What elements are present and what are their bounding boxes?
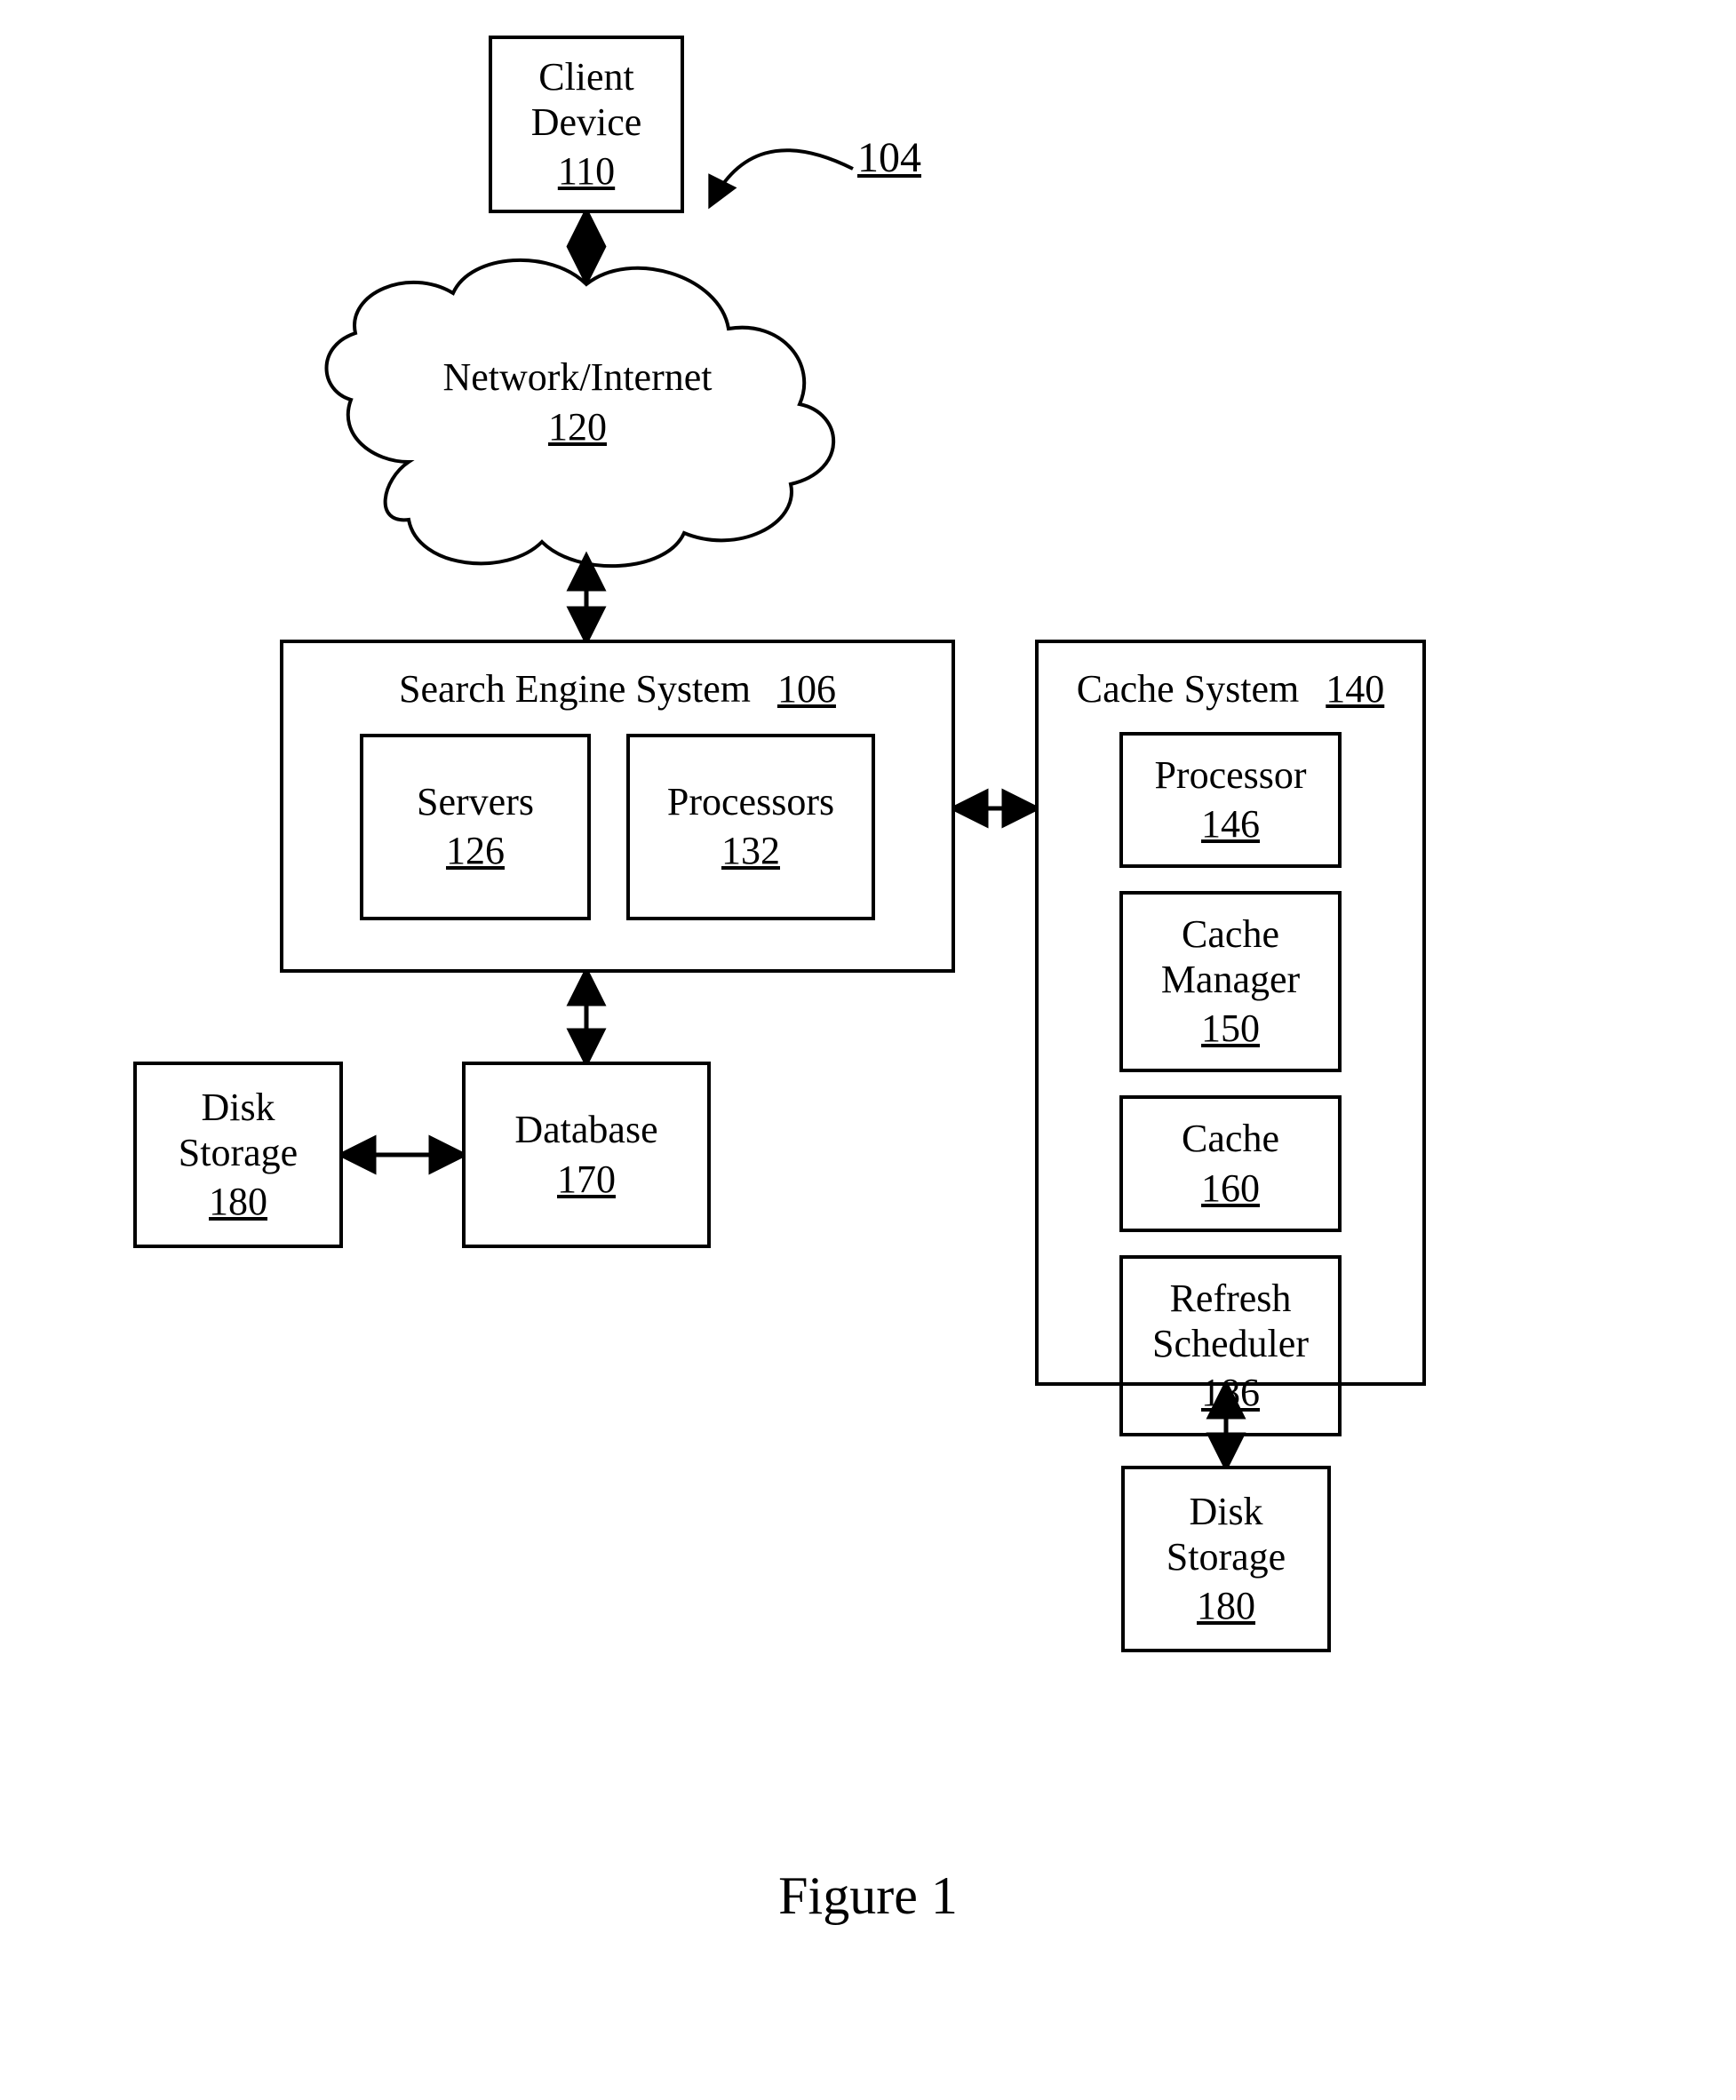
cache-manager-label: Cache Manager bbox=[1144, 912, 1317, 1002]
database-ref: 170 bbox=[557, 1157, 616, 1202]
node-client-device: Client Device 110 bbox=[489, 36, 684, 213]
diagram-canvas: 104 Client Device 110 Network/Internet 1… bbox=[0, 0, 1736, 2100]
callout-arrow bbox=[711, 150, 853, 204]
cache-ref: 160 bbox=[1201, 1165, 1260, 1211]
processors-ref: 132 bbox=[721, 828, 780, 873]
disk-storage-right-ref: 180 bbox=[1197, 1583, 1255, 1628]
connectors-svg bbox=[0, 0, 1736, 2100]
node-servers: Servers 126 bbox=[360, 734, 591, 920]
node-processor: Processor 146 bbox=[1119, 732, 1342, 869]
processor-ref: 146 bbox=[1201, 801, 1260, 847]
node-cache: Cache 160 bbox=[1119, 1095, 1342, 1232]
node-cache-manager: Cache Manager 150 bbox=[1119, 891, 1342, 1072]
node-cache-system: Cache System 140 Processor 146 Cache Man… bbox=[1035, 640, 1426, 1386]
node-processors: Processors 132 bbox=[626, 734, 875, 920]
figure-caption: Figure 1 bbox=[0, 1865, 1736, 1927]
disk-storage-right-label: Disk Storage bbox=[1134, 1490, 1318, 1579]
cache-label: Cache bbox=[1182, 1117, 1279, 1162]
node-disk-storage-left: Disk Storage 180 bbox=[133, 1062, 343, 1248]
client-device-ref: 110 bbox=[558, 148, 615, 194]
search-engine-label: Search Engine System bbox=[399, 667, 751, 712]
network-ref: 120 bbox=[382, 404, 773, 449]
node-database: Database 170 bbox=[462, 1062, 711, 1248]
cache-system-ref: 140 bbox=[1326, 666, 1384, 712]
disk-storage-left-ref: 180 bbox=[209, 1179, 267, 1224]
processors-label: Processors bbox=[667, 780, 834, 825]
client-device-label: Client Device bbox=[501, 55, 672, 145]
cache-system-label: Cache System bbox=[1077, 667, 1300, 712]
database-label: Database bbox=[514, 1108, 657, 1153]
node-network: Network/Internet 120 bbox=[382, 355, 773, 449]
search-engine-ref: 106 bbox=[777, 666, 836, 712]
node-refresh-scheduler: Refresh Scheduler 186 bbox=[1119, 1255, 1342, 1436]
cache-manager-ref: 150 bbox=[1201, 1006, 1260, 1051]
callout-ref: 104 bbox=[857, 133, 921, 182]
network-label: Network/Internet bbox=[382, 355, 773, 401]
processor-label: Processor bbox=[1154, 753, 1306, 799]
refresh-scheduler-ref: 186 bbox=[1201, 1370, 1260, 1415]
node-search-engine: Search Engine System 106 Servers 126 Pro… bbox=[280, 640, 955, 973]
disk-storage-left-label: Disk Storage bbox=[146, 1086, 330, 1175]
servers-ref: 126 bbox=[446, 828, 505, 873]
node-disk-storage-right: Disk Storage 180 bbox=[1121, 1466, 1331, 1652]
servers-label: Servers bbox=[417, 780, 534, 825]
refresh-scheduler-label: Refresh Scheduler bbox=[1144, 1277, 1317, 1366]
